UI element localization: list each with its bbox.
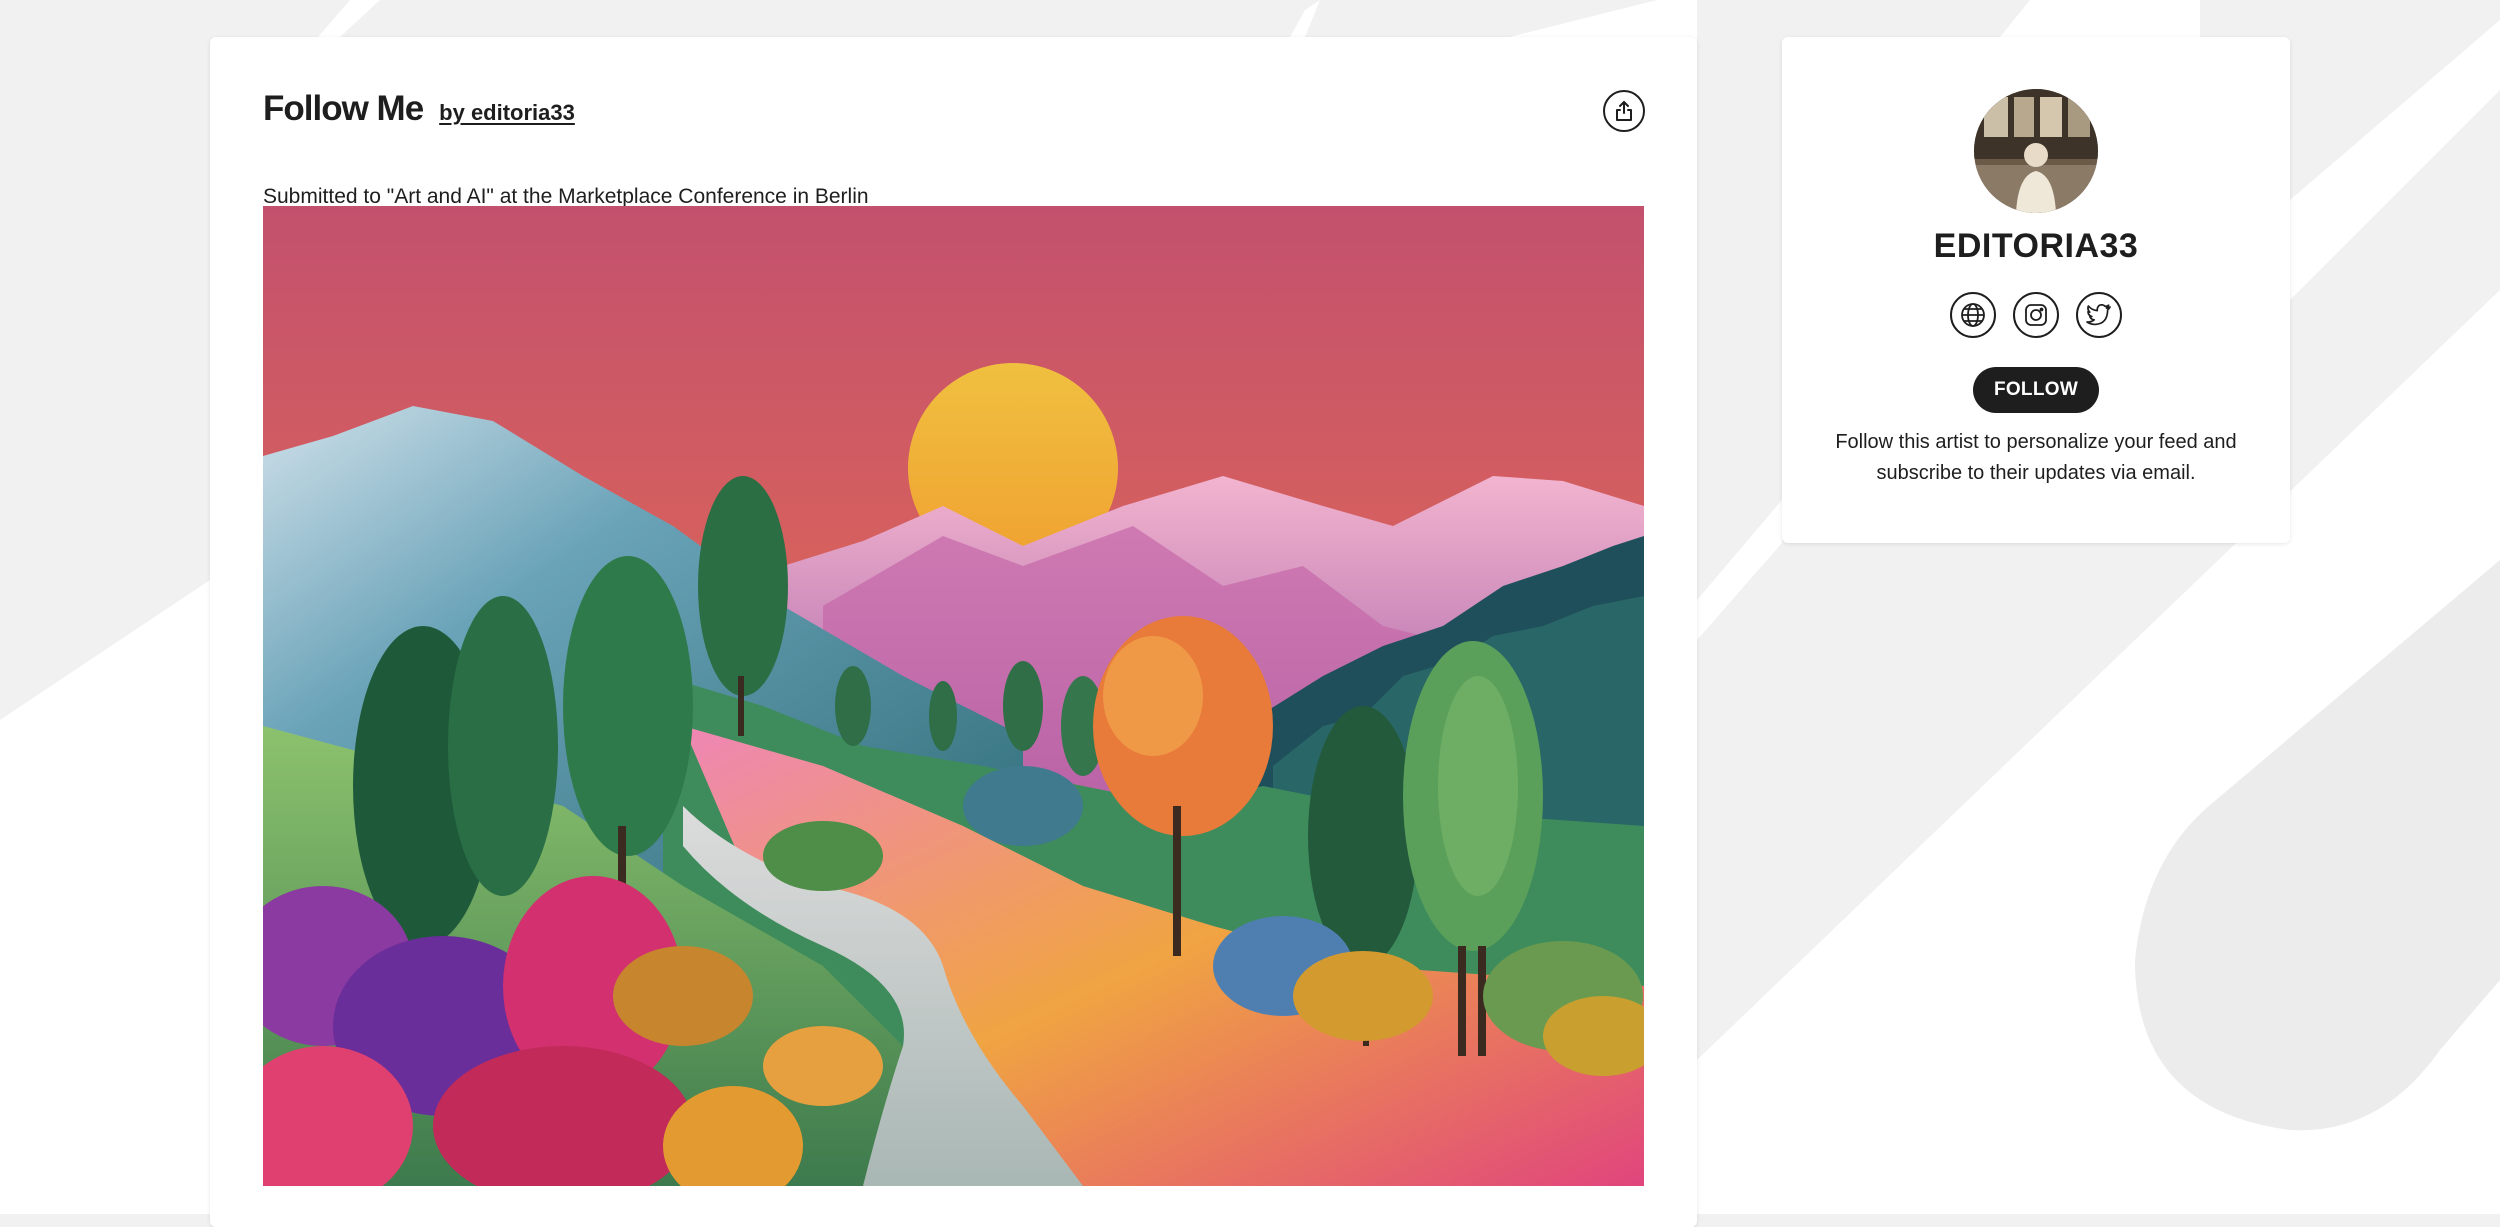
globe-icon — [1961, 303, 1985, 327]
title-row: Follow Me by editoria33 — [263, 89, 575, 129]
follow-description: Follow this artist to personalize your f… — [1835, 431, 2237, 484]
twitter-icon — [2086, 304, 2111, 326]
share-icon — [1616, 101, 1632, 121]
avatar[interactable] — [1974, 89, 2098, 213]
twitter-link[interactable] — [2076, 292, 2122, 338]
share-button[interactable] — [1603, 90, 1645, 132]
contest-link[interactable]: "Art and AI" at the Marketplace Conferen… — [387, 185, 869, 208]
artwork-title: Follow Me — [263, 89, 424, 128]
artwork-card: Follow Me by editoria33 Submitted to "Ar… — [210, 37, 1697, 1227]
instagram-link[interactable] — [2013, 292, 2059, 338]
website-link[interactable] — [1950, 292, 1996, 338]
social-links — [1782, 292, 2290, 338]
instagram-icon — [2025, 304, 2047, 326]
avatar-image — [1974, 89, 2098, 213]
artwork-image[interactable] — [263, 206, 1644, 1186]
landscape-painting — [263, 206, 1644, 1186]
artist-link[interactable]: by editoria33 — [439, 100, 575, 126]
submitted-prefix: Submitted to — [263, 185, 387, 208]
artist-name: EDITORIA33 — [1933, 227, 2139, 265]
artist-profile-card: EDITORIA33 FOLLOW Follow this artist to … — [1782, 37, 2290, 543]
follow-button[interactable]: FOLLOW — [1973, 367, 2099, 413]
